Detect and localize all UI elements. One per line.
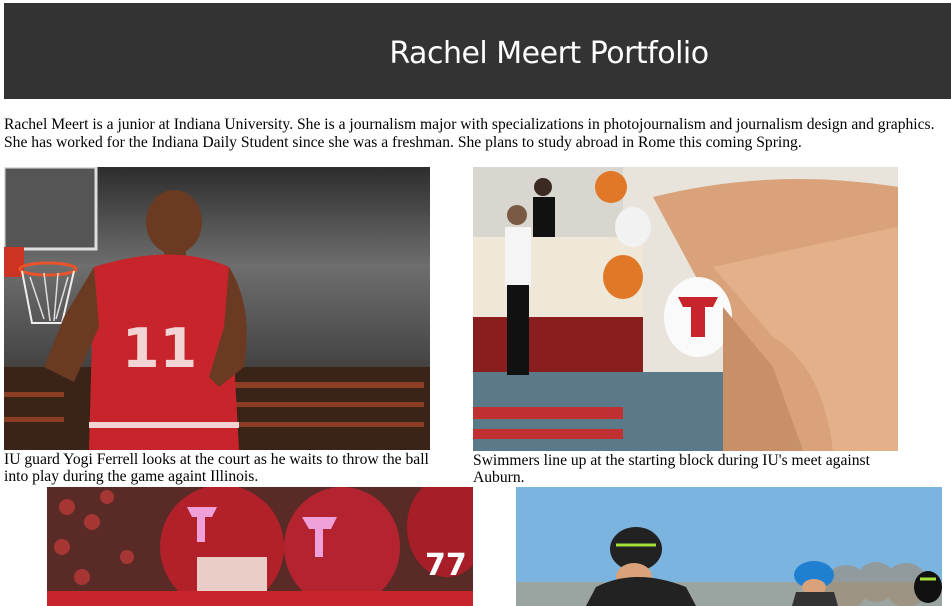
site-header: Rachel Meert Portfolio (4, 3, 951, 99)
page-title: Rachel Meert Portfolio (389, 36, 709, 71)
swimmers-starting-block-photo (473, 167, 898, 451)
photo-caption: IU guard Yogi Ferrell looks at the court… (4, 451, 429, 485)
jersey-number: 11 (122, 317, 197, 380)
basketball-player-photo: 11 (4, 167, 430, 450)
jersey-number: 77 (425, 548, 467, 583)
football-players-photo: 77 (47, 487, 473, 606)
cyclists-race-photo (516, 487, 942, 606)
photo-caption: Swimmers line up at the starting block d… (473, 452, 870, 486)
bio-paragraph: Rachel Meert is a junior at Indiana Univ… (4, 116, 935, 151)
